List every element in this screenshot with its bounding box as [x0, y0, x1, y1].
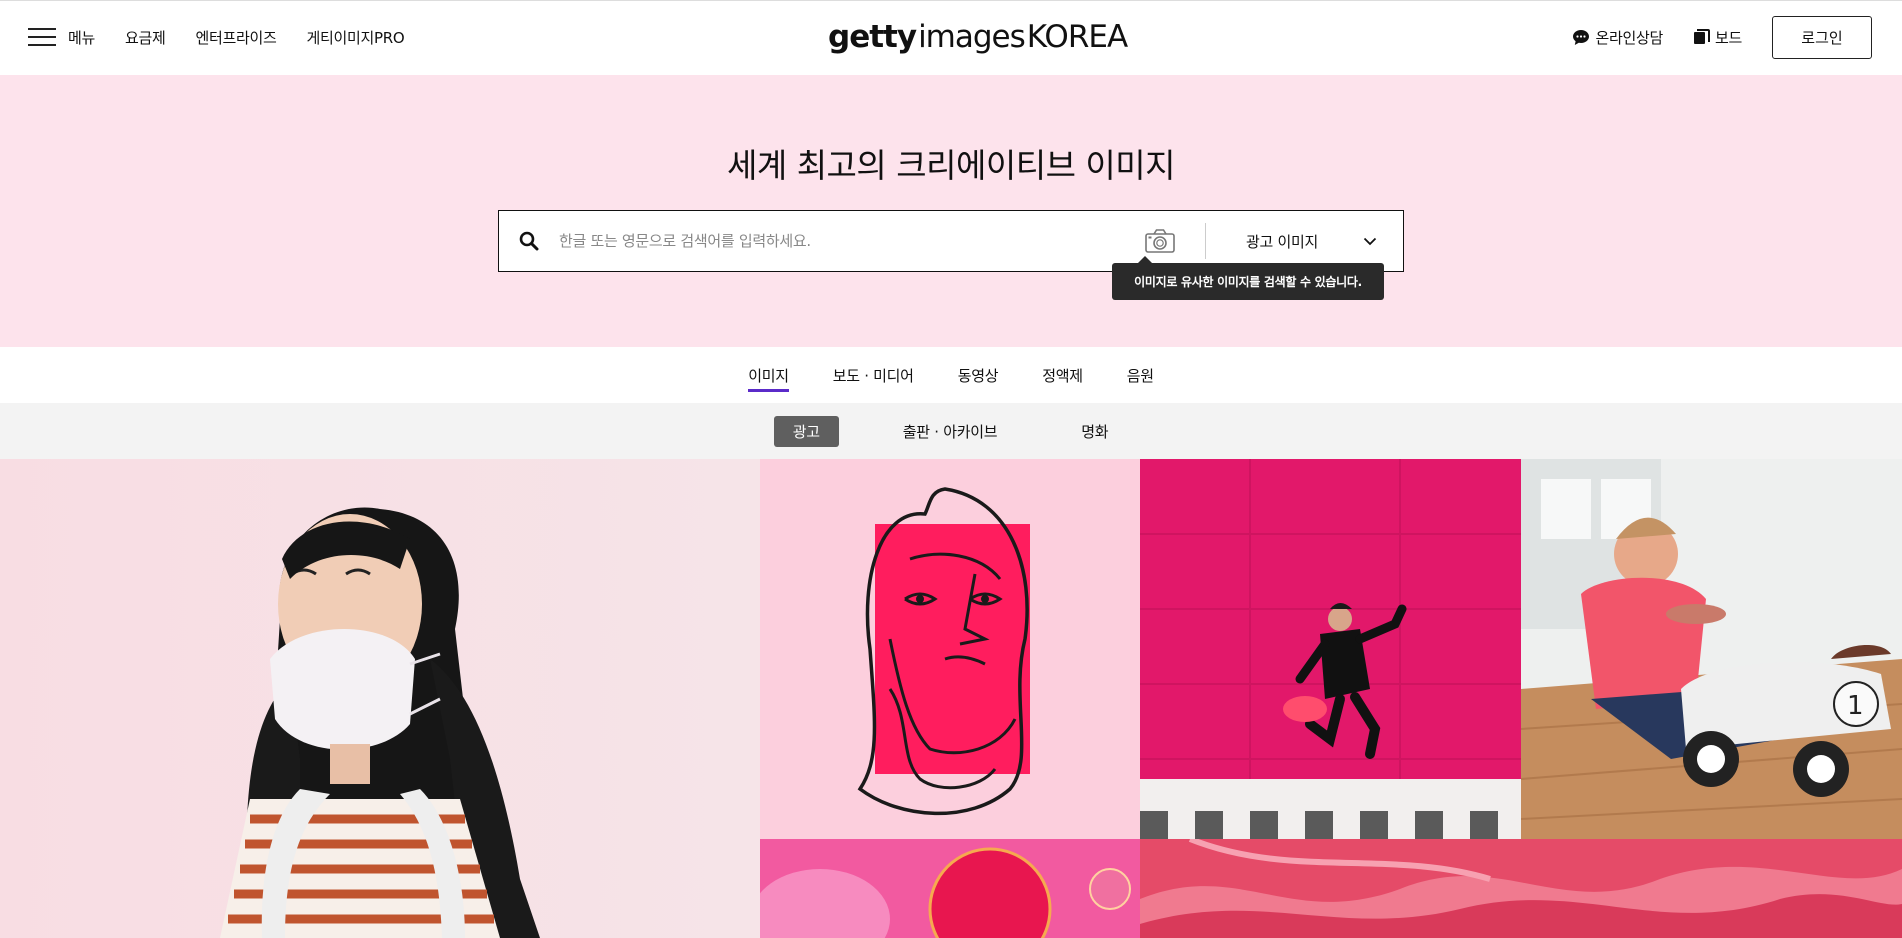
tab-editorial-media[interactable]: 보도 · 미디어: [833, 360, 914, 390]
camera-icon: [1145, 229, 1175, 253]
online-chat-link[interactable]: 온라인상담: [1572, 27, 1663, 48]
pink-bubbles-photo: [760, 839, 1140, 938]
menu-label: 메뉴: [68, 28, 96, 47]
image-tile-girl-mask[interactable]: [0, 459, 760, 938]
svg-text:1: 1: [1847, 691, 1864, 721]
hero-section: 세계 최고의 크리에이티브 이미지 광고 이미지 이미지로 유사: [0, 75, 1902, 347]
image-tile-line-art-face[interactable]: [760, 459, 1140, 839]
nav-link-enterprise[interactable]: 엔터프라이즈: [196, 27, 277, 48]
image-type-select[interactable]: 광고 이미지: [1206, 211, 1403, 271]
jumping-man-photo: [1140, 459, 1521, 839]
tab-images[interactable]: 이미지: [748, 360, 789, 392]
image-tile-man-toy-car[interactable]: 1: [1521, 459, 1902, 839]
nav-link-pro[interactable]: 게티이미지PRO: [307, 27, 405, 48]
tab-subscription[interactable]: 정액제: [1042, 360, 1083, 390]
image-category-tabs: 광고 출판 · 아카이브 명화: [0, 403, 1902, 459]
search-icon: [519, 231, 539, 251]
menu-button[interactable]: 메뉴: [28, 27, 95, 48]
login-button[interactable]: 로그인: [1772, 15, 1872, 59]
hamburger-icon: [28, 28, 56, 46]
chat-bubble-icon: [1573, 29, 1590, 45]
search-button[interactable]: [499, 211, 559, 271]
header-right-nav: 온라인상담 보드 로그인: [1572, 1, 1872, 73]
hero-title: 세계 최고의 크리에이티브 이미지: [726, 146, 1176, 185]
pink-waves-photo: [1140, 839, 1902, 938]
image-search-tooltip: 이미지로 유사한 이미지를 검색할 수 있습니다.: [1112, 256, 1384, 300]
logo-images: images: [918, 19, 1026, 55]
online-chat-label: 온라인상담: [1595, 28, 1663, 47]
image-type-value: 광고 이미지: [1246, 232, 1318, 251]
image-tile-pink-bubbles[interactable]: [760, 839, 1140, 938]
tab-music[interactable]: 음원: [1127, 360, 1154, 390]
header-left-nav: 메뉴 요금제 엔터프라이즈 게티이미지PRO: [28, 1, 405, 73]
line-art-photo: [760, 459, 1140, 839]
tab-video[interactable]: 동영상: [958, 360, 999, 390]
image-tile-pink-waves[interactable]: [1140, 839, 1902, 938]
subtab-creative[interactable]: 광고: [773, 415, 839, 447]
girl-mask-photo: [0, 459, 760, 938]
subtab-publishing-archive[interactable]: 출판 · 아카이브: [883, 416, 1017, 447]
content-type-tabs: 이미지 보도 · 미디어 동영상 정액제 음원: [0, 347, 1902, 403]
featured-image-grid: 1: [0, 459, 1902, 938]
chevron-down-icon: [1363, 237, 1377, 245]
nav-link-pricing[interactable]: 요금제: [125, 27, 166, 48]
image-search-button[interactable]: [1115, 211, 1205, 271]
site-logo[interactable]: getty images KOREA: [828, 19, 1128, 55]
logo-getty: getty: [828, 19, 917, 55]
site-header: 메뉴 요금제 엔터프라이즈 게티이미지PRO getty images KORE…: [0, 0, 1902, 75]
board-icon: [1693, 28, 1710, 44]
board-label: 보드: [1714, 28, 1742, 47]
search-input[interactable]: [559, 211, 1115, 271]
image-tile-jumping-man[interactable]: [1140, 459, 1521, 839]
subtab-fine-art[interactable]: 명화: [1061, 416, 1128, 447]
board-link[interactable]: 보드: [1693, 27, 1742, 48]
man-toy-car-photo: 1: [1521, 459, 1902, 839]
logo-korea: KOREA: [1026, 19, 1128, 55]
